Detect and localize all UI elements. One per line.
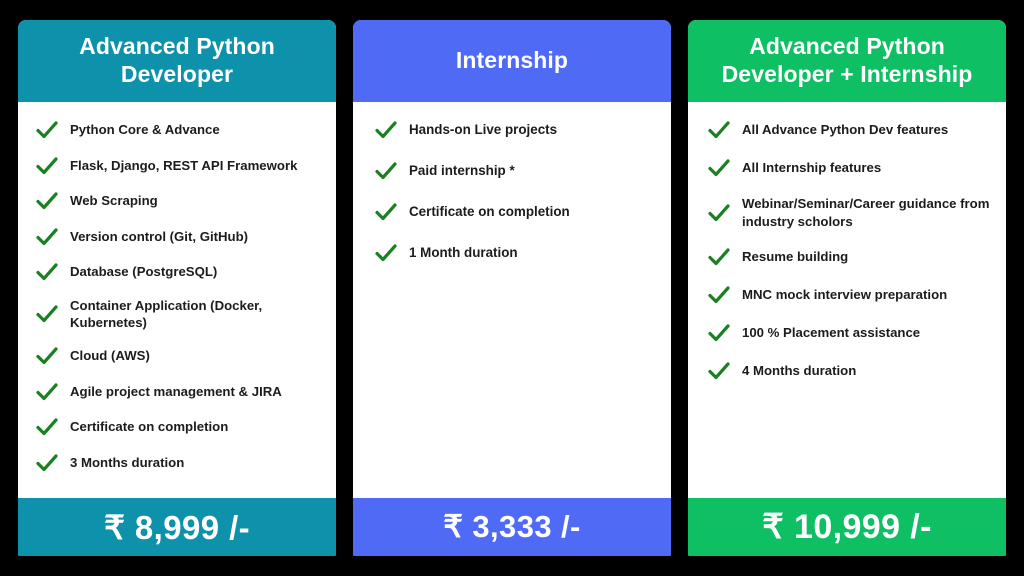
list-item: Container Application (Docker, Kubernete…	[32, 297, 322, 332]
card-body-advanced-python-developer: Python Core & Advance Flask, Django, RES…	[18, 102, 336, 498]
feature-label: Hands-on Live projects	[409, 122, 558, 138]
check-icon	[371, 242, 401, 264]
list-item: All Internship features	[704, 157, 992, 179]
feature-label: Paid internship *	[409, 163, 515, 179]
card-header-advanced-python-developer: Advanced Python Developer	[18, 20, 336, 102]
check-icon	[32, 345, 62, 367]
feature-label: Certificate on completion	[70, 419, 229, 435]
check-icon	[32, 452, 62, 474]
feature-label: Agile project management & JIRA	[70, 383, 282, 399]
list-item: 1 Month duration	[371, 242, 657, 264]
card-title-line-1: Internship	[455, 46, 569, 73]
list-item: Python Core & Advance	[32, 119, 322, 141]
check-icon	[32, 190, 62, 212]
feature-label: All Advance Python Dev features	[742, 122, 949, 138]
check-icon	[32, 119, 62, 141]
pricing-card-advanced-python-developer-plus-internship[interactable]: Advanced Python Developer + Internship A…	[688, 20, 1006, 556]
feature-list: All Advance Python Dev features All Inte…	[704, 119, 992, 382]
price-advanced-python-developer-plus-internship: ₹ 10,999 /-	[688, 498, 1006, 556]
feature-label: Container Application (Docker, Kubernete…	[70, 297, 263, 331]
feature-label: Resume building	[742, 249, 849, 265]
check-icon	[32, 303, 62, 325]
card-body-internship: Hands-on Live projects Paid internship *…	[353, 102, 671, 498]
list-item: Paid internship *	[371, 160, 657, 182]
list-item: Agile project management & JIRA	[32, 381, 322, 403]
feature-label: Webinar/Seminar/Career guidance from ind…	[742, 196, 990, 229]
card-title-line-2: Developer + Internship	[721, 61, 973, 87]
list-item: Version control (Git, GitHub)	[32, 226, 322, 248]
check-icon	[704, 360, 734, 382]
price-advanced-python-developer: ₹ 8,999 /-	[18, 498, 336, 556]
feature-label: 1 Month duration	[409, 245, 518, 261]
check-icon	[32, 226, 62, 248]
check-icon	[371, 119, 401, 141]
list-item: Webinar/Seminar/Career guidance from ind…	[704, 195, 992, 230]
feature-label: Python Core & Advance	[70, 122, 220, 138]
feature-label: Certificate on completion	[409, 204, 570, 220]
check-icon	[32, 381, 62, 403]
pricing-card-internship[interactable]: Internship Hands-on Live projects Paid i…	[353, 20, 671, 556]
list-item: Certificate on completion	[371, 201, 657, 223]
card-body-advanced-python-developer-plus-internship: All Advance Python Dev features All Inte…	[688, 102, 1006, 498]
list-item: Web Scraping	[32, 190, 322, 212]
feature-label: Database (PostgreSQL)	[70, 264, 218, 280]
feature-label: Flask, Django, REST API Framework	[70, 157, 298, 173]
list-item: 4 Months duration	[704, 360, 992, 382]
card-title-line-1: Advanced Python	[79, 32, 275, 59]
check-icon	[704, 322, 734, 344]
check-icon	[704, 157, 734, 179]
feature-list: Python Core & Advance Flask, Django, RES…	[32, 119, 322, 474]
feature-label: 4 Months duration	[742, 363, 857, 379]
feature-label: 3 Months duration	[70, 454, 185, 470]
list-item: Hands-on Live projects	[371, 119, 657, 141]
card-header-internship: Internship	[353, 20, 671, 102]
price-internship: ₹ 3,333 /-	[353, 498, 671, 556]
check-icon	[371, 160, 401, 182]
card-title-line-2: Developer	[120, 61, 234, 87]
list-item: MNC mock interview preparation	[704, 284, 992, 306]
list-item: Cloud (AWS)	[32, 345, 322, 367]
list-item: Certificate on completion	[32, 416, 322, 438]
feature-label: Cloud (AWS)	[70, 348, 150, 364]
list-item: 100 % Placement assistance	[704, 322, 992, 344]
feature-label: Version control (Git, GitHub)	[70, 228, 249, 244]
list-item: Resume building	[704, 246, 992, 268]
feature-label: All Internship features	[742, 160, 882, 176]
feature-label: Web Scraping	[70, 193, 158, 209]
check-icon	[32, 261, 62, 283]
feature-label: MNC mock interview preparation	[742, 287, 948, 303]
card-title-line-1: Advanced Python	[749, 32, 945, 59]
list-item: All Advance Python Dev features	[704, 119, 992, 141]
check-icon	[704, 246, 734, 268]
check-icon	[704, 202, 734, 224]
check-icon	[32, 416, 62, 438]
pricing-comparison-board: Advanced Python Developer Python Core & …	[0, 0, 1024, 576]
list-item: Database (PostgreSQL)	[32, 261, 322, 283]
feature-list: Hands-on Live projects Paid internship *…	[371, 119, 657, 264]
list-item: Flask, Django, REST API Framework	[32, 155, 322, 177]
card-header-advanced-python-developer-plus-internship: Advanced Python Developer + Internship	[688, 20, 1006, 102]
check-icon	[371, 201, 401, 223]
check-icon	[704, 284, 734, 306]
feature-label: 100 % Placement assistance	[742, 325, 921, 341]
pricing-card-advanced-python-developer[interactable]: Advanced Python Developer Python Core & …	[18, 20, 336, 556]
list-item: 3 Months duration	[32, 452, 322, 474]
check-icon	[32, 155, 62, 177]
check-icon	[704, 119, 734, 141]
